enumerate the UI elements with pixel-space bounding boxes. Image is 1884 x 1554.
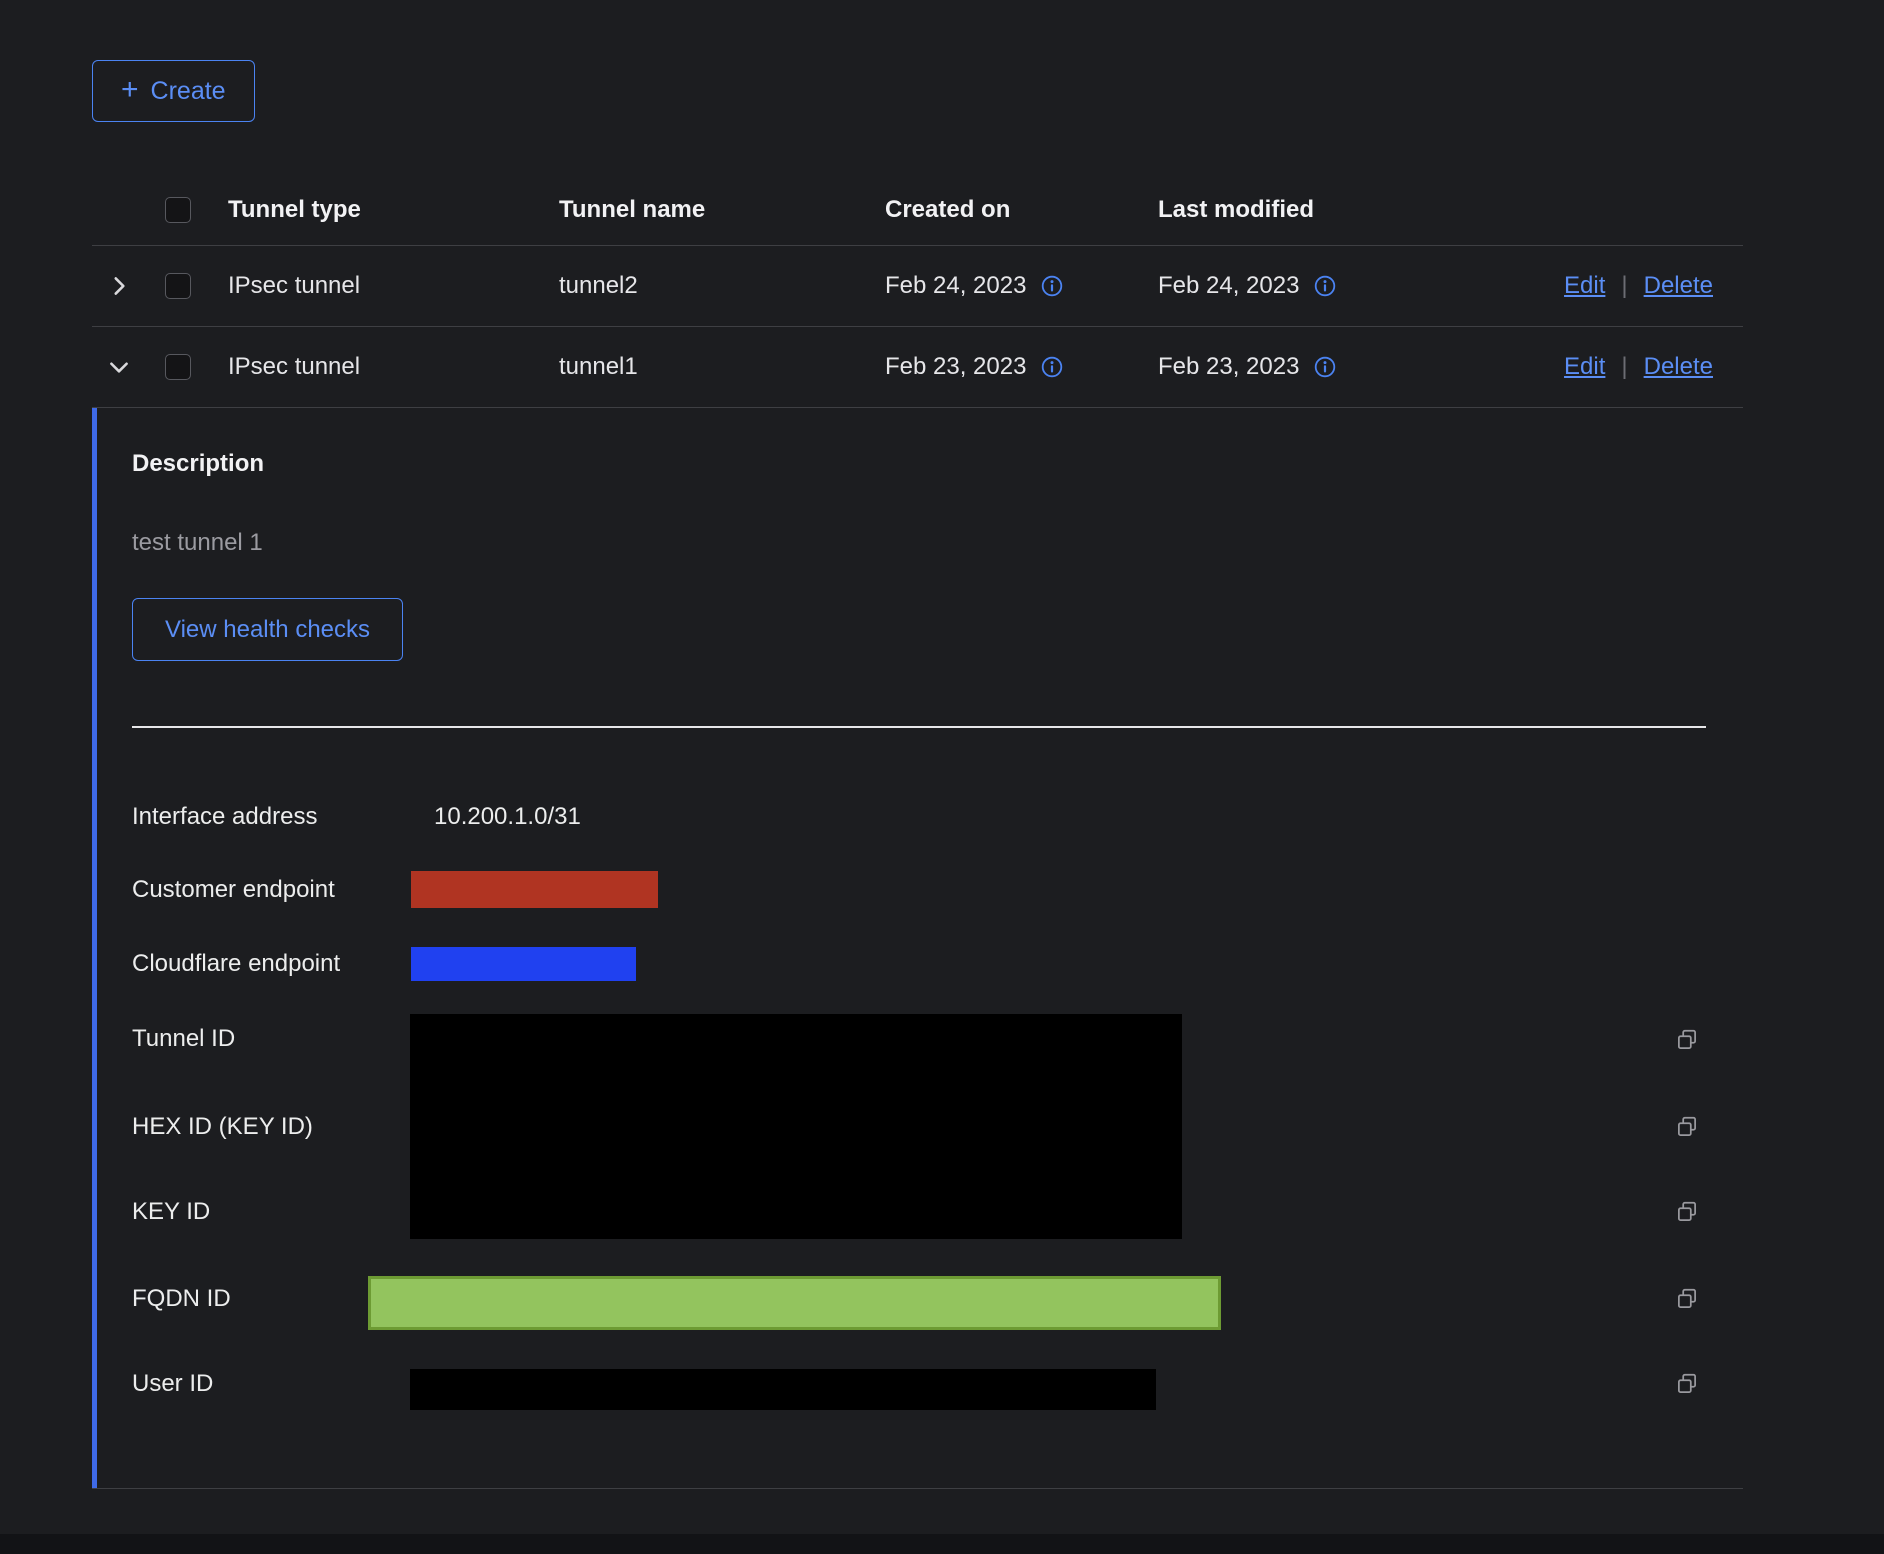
action-separator: | (1621, 272, 1627, 300)
copy-tunnel-id-icon[interactable] (1674, 1027, 1700, 1053)
last-modified-cell: Feb 24, 2023 (1158, 272, 1299, 300)
hex-id-label: HEX ID (KEY ID) (132, 1112, 313, 1142)
fqdn-id-label: FQDN ID (132, 1284, 231, 1314)
select-all-checkbox[interactable] (165, 197, 191, 223)
select-all-cell (142, 197, 228, 223)
tunnel-name-cell: tunnel2 (559, 272, 885, 300)
fqdn-id-redacted-value (368, 1276, 1221, 1330)
delete-link[interactable]: Delete (1644, 353, 1713, 381)
plus-icon: + (121, 75, 139, 105)
chevron-down-icon[interactable] (106, 354, 132, 380)
action-separator: | (1621, 353, 1627, 381)
bottom-edge-strip (0, 1534, 1884, 1554)
description-value: test tunnel 1 (132, 528, 1743, 558)
view-health-checks-button[interactable]: View health checks (132, 598, 403, 661)
tunnel-detail-panel: Description test tunnel 1 View health ch… (92, 408, 1743, 1489)
last-modified-cell: Feb 23, 2023 (1158, 353, 1299, 381)
expanded-row-indicator (92, 408, 97, 1488)
table-row: IPsec tunnel tunnel2 Feb 24, 2023 Feb 24… (92, 246, 1743, 327)
created-on-cell: Feb 23, 2023 (885, 353, 1026, 381)
copy-user-id-icon[interactable] (1674, 1371, 1700, 1397)
row-checkbox[interactable] (165, 354, 191, 380)
create-button-label: Create (151, 77, 226, 106)
header-created-on: Created on (885, 196, 1158, 224)
chevron-right-icon[interactable] (106, 273, 132, 299)
header-tunnel-name: Tunnel name (559, 196, 885, 224)
user-id-label: User ID (132, 1369, 213, 1399)
cloudflare-endpoint-redacted-value (411, 947, 636, 981)
row-checkbox[interactable] (165, 273, 191, 299)
customer-endpoint-label: Customer endpoint (132, 875, 335, 905)
table-row: IPsec tunnel tunnel1 Feb 23, 2023 Feb 23… (92, 327, 1743, 408)
copy-fqdn-id-icon[interactable] (1674, 1286, 1700, 1312)
created-on-cell: Feb 24, 2023 (885, 272, 1026, 300)
user-id-redacted-value (410, 1369, 1156, 1410)
delete-link[interactable]: Delete (1644, 272, 1713, 300)
tunnel-type-cell: IPsec tunnel (228, 272, 559, 300)
create-button[interactable]: + Create (92, 60, 255, 122)
tunnel-fields: Interface address 10.200.1.0/31 Customer… (132, 728, 1743, 1488)
tunnels-table: Tunnel type Tunnel name Created on Last … (92, 175, 1743, 1489)
header-tunnel-type: Tunnel type (228, 196, 559, 224)
info-icon[interactable] (1313, 274, 1337, 298)
key-id-label: KEY ID (132, 1197, 210, 1227)
tunnel-type-cell: IPsec tunnel (228, 353, 559, 381)
customer-endpoint-redacted-value (411, 871, 658, 908)
interface-address-label: Interface address (132, 802, 317, 832)
interface-address-value: 10.200.1.0/31 (434, 802, 581, 832)
info-icon[interactable] (1040, 355, 1064, 379)
info-icon[interactable] (1313, 355, 1337, 379)
ipsec-tunnels-page: + Create Tunnel type Tunnel name Created… (0, 0, 1884, 1554)
info-icon[interactable] (1040, 274, 1064, 298)
cloudflare-endpoint-label: Cloudflare endpoint (132, 949, 340, 979)
edit-link[interactable]: Edit (1564, 272, 1605, 300)
table-header-row: Tunnel type Tunnel name Created on Last … (92, 175, 1743, 246)
tunnel-name-cell: tunnel1 (559, 353, 885, 381)
copy-key-id-icon[interactable] (1674, 1199, 1700, 1225)
copy-hex-id-icon[interactable] (1674, 1114, 1700, 1140)
edit-link[interactable]: Edit (1564, 353, 1605, 381)
tunnel-ids-redacted-block (410, 1014, 1182, 1239)
tunnel-id-label: Tunnel ID (132, 1024, 235, 1054)
description-label: Description (132, 408, 1743, 480)
header-last-modified: Last modified (1158, 196, 1412, 224)
